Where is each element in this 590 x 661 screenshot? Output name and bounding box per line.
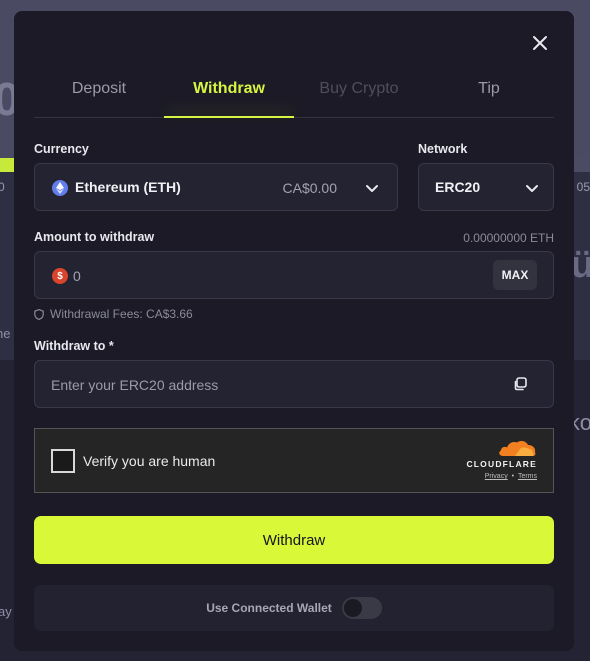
ethereum-icon [52,180,68,196]
address-field [34,360,554,408]
cloudflare-cloud-icon [499,441,536,456]
close-icon [533,36,547,50]
network-label: Network [418,142,468,156]
tab-buy-crypto[interactable]: Buy Crypto [294,73,424,117]
address-input[interactable] [51,373,491,397]
cloudflare-logo: CLOUDFLARE Privacy • Terms [461,439,537,480]
currency-label: Currency [34,142,89,156]
eth-balance: 0.00000000 ETH [463,231,554,245]
tab-withdraw[interactable]: Withdraw [164,73,294,118]
currency-balance: CA$0.00 [282,180,337,196]
amount-field: $ MAX [34,251,554,299]
background-text: ay [0,604,12,619]
wallet-modal: Deposit Withdraw Buy Crypto Tip Currency… [14,11,574,651]
copy-icon [514,377,527,391]
terms-link[interactable]: Terms [518,473,537,480]
privacy-link[interactable]: Privacy [485,473,508,480]
connected-wallet-toggle[interactable] [341,597,382,619]
fees-text: Withdrawal Fees: CA$3.66 [50,307,193,321]
captcha-checkbox[interactable] [51,449,75,473]
link-separator: • [511,473,515,480]
tab-bar: Deposit Withdraw Buy Crypto Tip [34,73,554,118]
shield-icon [34,308,44,320]
background-text: he [0,326,11,341]
currency-name: Ethereum (ETH) [75,179,181,195]
tab-deposit[interactable]: Deposit [34,73,164,117]
connected-wallet-row: Use Connected Wallet [34,585,554,631]
chevron-down-icon [365,181,379,195]
chevron-down-icon [525,181,539,195]
tab-tip[interactable]: Tip [424,73,554,117]
background-text: 0 [0,180,5,194]
captcha-widget: Verify you are human CLOUDFLARE Privacy … [34,428,554,493]
background-accent-strip [0,158,14,172]
withdraw-to-label: Withdraw to * [34,339,114,353]
network-name: ERC20 [435,179,481,195]
amount-input[interactable] [73,264,473,288]
background-text: 05 [576,180,590,194]
paste-button[interactable] [513,377,529,393]
captcha-text: Verify you are human [83,453,216,469]
toggle-knob [343,599,362,617]
currency-select[interactable]: Ethereum (ETH) CA$0.00 [34,163,398,211]
amount-label: Amount to withdraw [34,230,155,244]
dollar-coin-icon: $ [52,268,68,284]
withdrawal-fees: Withdrawal Fees: CA$3.66 [34,307,193,321]
max-button[interactable]: MAX [493,260,537,290]
cloudflare-wordmark: CLOUDFLARE [466,459,537,469]
connected-wallet-label: Use Connected Wallet [206,601,332,615]
network-select[interactable]: ERC20 [418,163,554,211]
captcha-links: Privacy • Terms [461,473,537,480]
withdraw-button[interactable]: Withdraw [34,516,554,564]
background-strip-right [574,158,590,172]
close-button[interactable] [530,33,550,53]
